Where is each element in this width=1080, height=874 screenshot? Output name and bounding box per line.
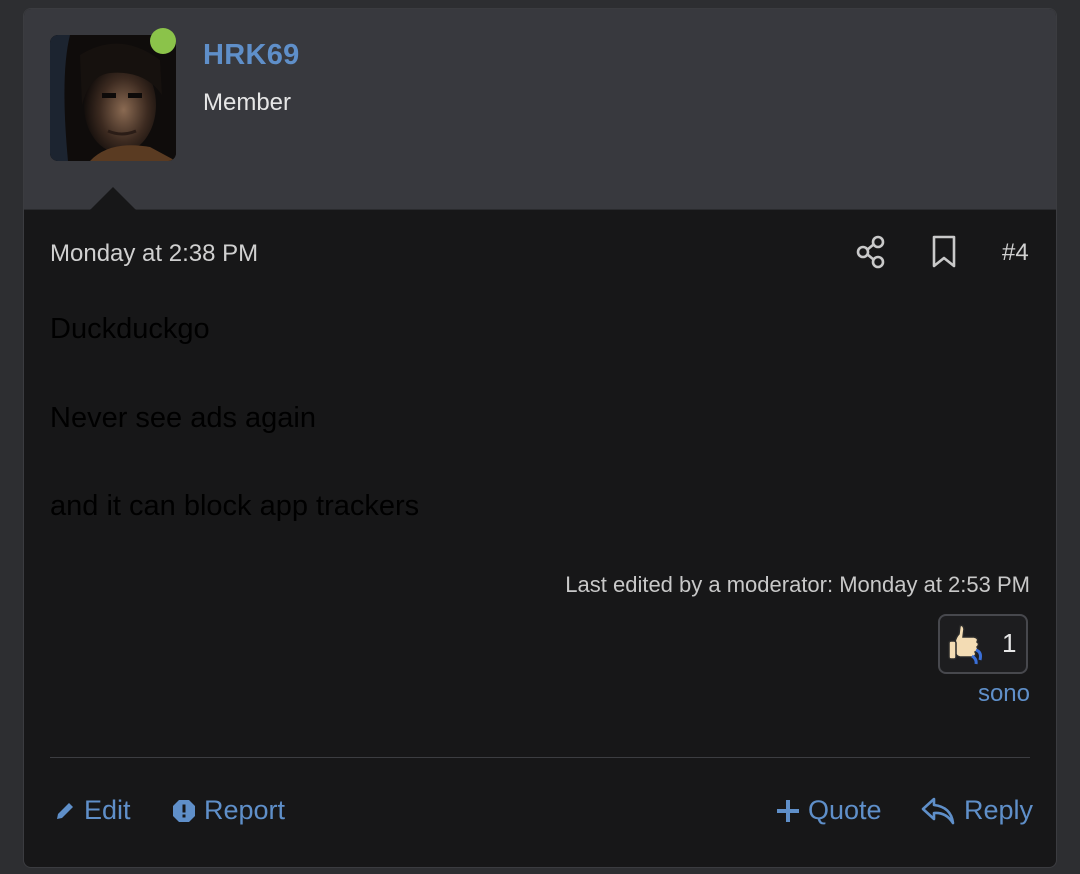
- reply-button[interactable]: Reply: [920, 795, 1033, 826]
- report-label: Report: [204, 795, 286, 825]
- share-button[interactable]: [854, 235, 888, 269]
- header-pointer: [90, 187, 136, 210]
- reply-icon: [921, 797, 955, 824]
- reaction-summary-button[interactable]: 1: [938, 614, 1028, 674]
- report-button[interactable]: Report: [172, 795, 285, 826]
- user-title: Member: [203, 89, 292, 116]
- reaction-count: 1: [1002, 628, 1017, 658]
- post-container: HRK69 Member Monday at 2:38 PM #4 Duckdu…: [23, 8, 1057, 868]
- bookmark-icon: [932, 235, 956, 268]
- reaction-user-link[interactable]: sono: [978, 680, 1030, 708]
- post-body-line-1: Duckduckgo: [50, 313, 210, 345]
- edit-button[interactable]: Edit: [54, 795, 131, 826]
- quote-label: Quote: [808, 795, 882, 825]
- user-header: HRK69 Member: [24, 9, 1056, 210]
- last-edited-note: Last edited by a moderator: Monday at 2:…: [565, 572, 1030, 597]
- report-icon: [173, 799, 195, 822]
- post-body-line-3: and it can block app trackers: [50, 490, 420, 522]
- post-body-line-2: Never see ads again: [50, 402, 316, 434]
- plus-icon: [777, 799, 799, 822]
- avatar[interactable]: [50, 35, 176, 161]
- post-number-link[interactable]: #4: [1002, 239, 1029, 267]
- pencil-icon: [57, 802, 73, 819]
- bookmark-button[interactable]: [927, 235, 961, 269]
- reply-label: Reply: [964, 795, 1034, 825]
- avatar-image: [50, 35, 176, 161]
- thumbs-up-icon: [948, 624, 982, 665]
- share-icon: [856, 235, 885, 269]
- edit-label: Edit: [84, 795, 131, 825]
- online-status-indicator: [150, 28, 176, 54]
- username-link[interactable]: HRK69: [203, 39, 300, 72]
- post-date[interactable]: Monday at 2:38 PM: [50, 240, 258, 268]
- quote-button[interactable]: Quote: [776, 795, 882, 826]
- footer-divider: [50, 757, 1030, 758]
